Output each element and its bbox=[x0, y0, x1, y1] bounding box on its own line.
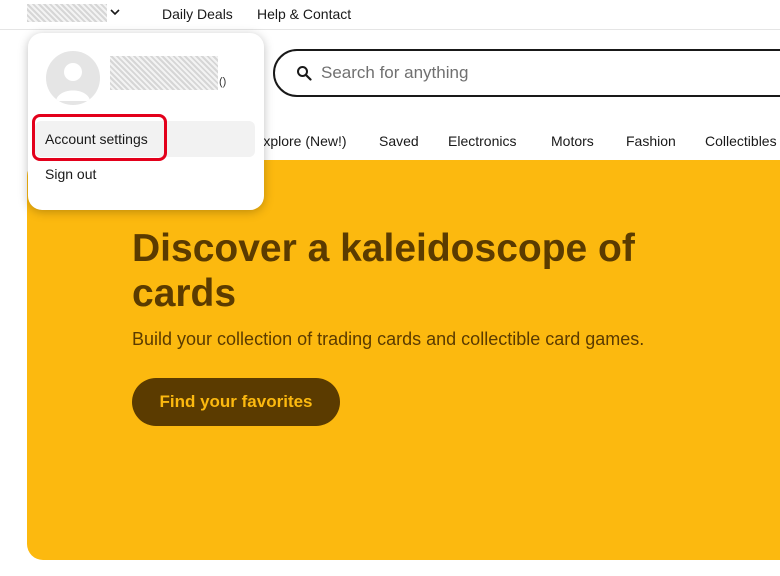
nav-item-collectibles[interactable]: Collectibles bbox=[705, 133, 777, 149]
nav-item-fashion[interactable]: Fashion bbox=[626, 133, 676, 149]
hero-subtitle: Build your collection of trading cards a… bbox=[132, 329, 645, 349]
help-contact-link[interactable]: Help & Contact bbox=[257, 6, 351, 22]
nav-item-motors[interactable]: Motors bbox=[551, 133, 594, 149]
search-icon bbox=[297, 66, 312, 81]
search-placeholder: Search for anything bbox=[321, 63, 469, 82]
search-input[interactable]: Search for anything bbox=[273, 49, 780, 97]
hero-banner: Discover a kaleidoscope of cards Build y… bbox=[27, 160, 780, 560]
top-bar: Daily Deals Help & Contact bbox=[0, 0, 780, 30]
sign-out-link[interactable]: Sign out bbox=[35, 156, 255, 192]
highlight-annotation-box bbox=[32, 114, 167, 161]
avatar-placeholder-icon bbox=[56, 63, 90, 101]
daily-deals-link[interactable]: Daily Deals bbox=[162, 6, 233, 22]
username-redacted[interactable] bbox=[110, 56, 218, 90]
nav-item-electronics[interactable]: Electronics bbox=[448, 133, 516, 149]
nav-item-explore[interactable]: Explore (New!) bbox=[254, 133, 347, 149]
avatar[interactable] bbox=[46, 51, 100, 105]
nav-item-saved[interactable]: Saved bbox=[379, 133, 419, 149]
chevron-down-icon[interactable] bbox=[108, 5, 122, 19]
find-favorites-button[interactable]: Find your favorites bbox=[132, 378, 340, 426]
feedback-score[interactable]: () bbox=[219, 76, 226, 88]
user-greeting-redacted[interactable] bbox=[27, 4, 107, 22]
hero-title: Discover a kaleidoscope of cards bbox=[132, 227, 635, 315]
